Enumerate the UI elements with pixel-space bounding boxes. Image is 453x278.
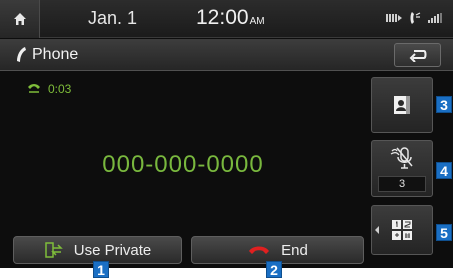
call-active-icon: [410, 12, 421, 24]
status-icons: [385, 11, 443, 25]
title-bar: Phone: [0, 39, 453, 71]
clock-ampm: AM: [249, 16, 265, 27]
active-call-icon: [28, 84, 40, 93]
phone-handset-icon: [17, 47, 26, 62]
clock-time: 12:00: [196, 6, 249, 29]
contacts-book-icon: [394, 96, 410, 114]
expand-arrow-icon: [375, 226, 379, 234]
callout-3: 3: [436, 96, 452, 113]
call-duration-text: 0:03: [48, 82, 72, 96]
use-private-label: Use Private: [73, 241, 152, 259]
callout-2: 2: [266, 261, 282, 278]
handset-transfer-icon: [44, 242, 63, 258]
mic-volume-level: 3: [378, 176, 426, 192]
end-call-icon: [249, 246, 270, 254]
mic-mute-icon: [390, 147, 413, 169]
callout-1: 1: [93, 261, 109, 278]
call-duration: 0:03: [26, 82, 71, 96]
home-icon: [13, 13, 26, 25]
status-clock: 12:00AM: [196, 6, 265, 30]
keypad-button[interactable]: [371, 205, 433, 255]
callout-5: 5: [436, 224, 452, 241]
signal-strength-icon: [428, 13, 442, 23]
back-arrow-icon: [409, 50, 426, 62]
callout-4: 4: [436, 162, 452, 179]
caller-number: 000-000-0000: [102, 151, 264, 178]
mute-button[interactable]: 3: [371, 140, 433, 197]
bluetooth-battery-icon: [386, 14, 402, 22]
end-call-button[interactable]: End: [191, 236, 364, 264]
phone-call-screen: Jan. 1 12:00AM Phone 0:03 000-000-0000 3…: [0, 0, 453, 268]
back-button[interactable]: [394, 43, 441, 67]
home-button[interactable]: [0, 0, 40, 38]
dialpad-icon: [392, 220, 412, 240]
page-title: Phone: [32, 46, 79, 63]
contacts-button[interactable]: [371, 77, 433, 133]
use-private-button[interactable]: Use Private: [13, 236, 182, 264]
status-date: Jan. 1: [88, 8, 138, 28]
end-call-label: End: [281, 241, 308, 259]
status-bar: Jan. 1 12:00AM: [0, 0, 453, 38]
